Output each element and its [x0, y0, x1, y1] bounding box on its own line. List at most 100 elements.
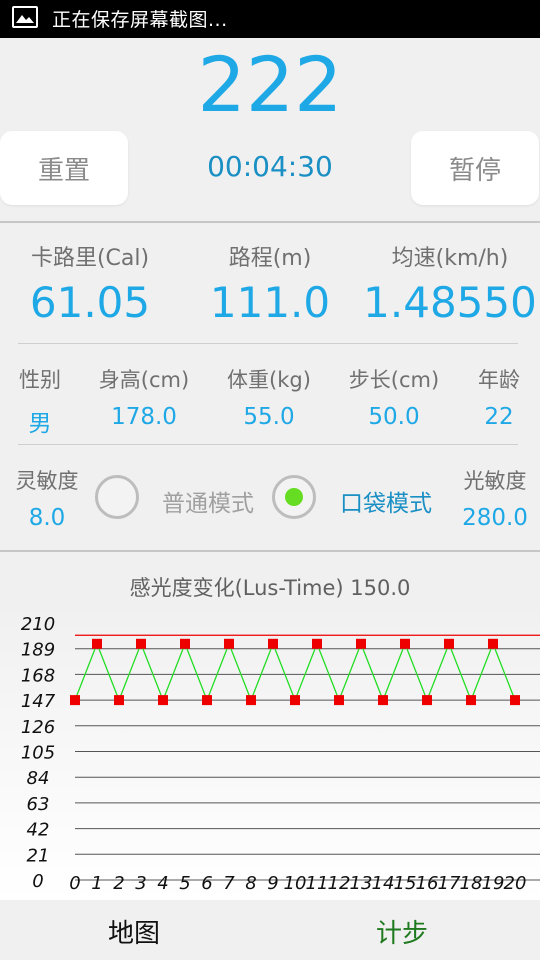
reset-button[interactable]: 重置 [0, 131, 128, 205]
y-tick-label: 105 [21, 743, 55, 764]
y-tick-label: 210 [21, 614, 55, 635]
x-tick-label: 11 [306, 873, 329, 894]
data-point [114, 695, 124, 706]
tab-pedometer[interactable]: 计步 [376, 913, 428, 950]
pause-button[interactable]: 暂停 [411, 131, 539, 205]
x-tick-label: 17 [438, 873, 461, 894]
x-tick-label: 9 [267, 873, 278, 894]
pocket-mode-radio[interactable] [272, 475, 316, 519]
y-tick-label: 63 [27, 794, 50, 815]
y-tick-label: 0 [32, 871, 43, 892]
divider [18, 343, 518, 344]
distance-label: 路程(m) [228, 246, 312, 271]
age-stat: 年龄 22 [458, 364, 540, 430]
y-tick-label: 126 [21, 717, 55, 738]
data-point [334, 695, 344, 706]
height-label: 身高(cm) [98, 368, 190, 392]
step-count: 222 [197, 40, 343, 129]
x-tick-label: 6 [201, 873, 212, 894]
x-tick-label: 13 [350, 873, 373, 894]
data-point [246, 695, 256, 706]
calories-value: 61.05 [29, 278, 151, 327]
weight-label: 体重(kg) [227, 368, 311, 392]
y-tick-label: 84 [27, 768, 50, 789]
weight-value: 55.0 [243, 404, 295, 430]
divider [0, 550, 540, 552]
data-point [70, 695, 80, 706]
x-tick-label: 8 [245, 873, 256, 894]
data-point [510, 695, 520, 706]
divider [0, 221, 540, 223]
y-tick-label: 189 [21, 640, 55, 661]
y-tick-label: 168 [21, 665, 55, 686]
data-point [378, 695, 388, 706]
speed-metric: 均速(km/h) 1.48550 [360, 240, 540, 327]
data-point [400, 638, 410, 649]
x-tick-label: 15 [394, 873, 417, 894]
data-point [444, 638, 454, 649]
data-point [180, 638, 190, 649]
x-tick-label: 10 [284, 873, 307, 894]
speed-label: 均速(km/h) [391, 246, 509, 271]
normal-mode-radio[interactable] [95, 475, 139, 519]
x-tick-label: 14 [372, 873, 395, 894]
x-tick-label: 12 [328, 873, 351, 894]
light-sensitivity-chart: 021426384105126147168189210 0 1 2 3 4 5 6 7 8 9 10… [21, 614, 540, 894]
image-icon [12, 6, 38, 28]
gender-stat: 性别 男 [0, 364, 80, 438]
data-point [224, 638, 234, 649]
distance-value: 111.0 [209, 278, 331, 327]
x-tick-label: 5 [179, 873, 190, 894]
y-tick-label: 42 [27, 820, 50, 841]
x-tick-label: 1 [91, 873, 102, 894]
gender-label: 性别 [19, 368, 61, 392]
x-tick-label: 20 [504, 873, 527, 894]
data-point [202, 695, 212, 706]
data-point [488, 638, 498, 649]
normal-mode-label[interactable]: 普通模式 [162, 484, 254, 518]
data-point [466, 695, 476, 706]
stride-stat: 步长(cm) 50.0 [330, 364, 458, 430]
calories-label: 卡路里(Cal) [30, 246, 150, 271]
x-tick-label: 16 [416, 873, 439, 894]
x-tick-label: 2 [113, 873, 124, 894]
status-text: 正在保存屏幕截图... [52, 9, 228, 31]
data-point [422, 695, 432, 706]
distance-metric: 路程(m) 111.0 [180, 240, 360, 327]
light-sensitivity-stat: 光敏度 280.0 [450, 465, 540, 531]
x-tick-label: 3 [135, 873, 146, 894]
data-point [92, 638, 102, 649]
stride-value: 50.0 [368, 404, 420, 430]
sensitivity-value: 8.0 [28, 505, 66, 531]
stride-label: 步长(cm) [348, 368, 440, 392]
data-point [290, 695, 300, 706]
y-tick-label: 147 [21, 691, 56, 712]
age-label: 年龄 [478, 368, 520, 392]
chart-title: 感光度变化(Lus-Time) 150.0 [129, 576, 411, 600]
x-tick-label: 0 [69, 873, 80, 894]
speed-value: 1.48550 [363, 278, 537, 327]
height-value: 178.0 [111, 404, 177, 430]
tab-map[interactable]: 地图 [108, 913, 160, 950]
series-line [74, 642, 516, 702]
data-point [158, 695, 168, 706]
weight-stat: 体重(kg) 55.0 [208, 364, 330, 430]
age-value: 22 [484, 404, 514, 430]
calories-metric: 卡路里(Cal) 61.05 [0, 240, 180, 327]
data-point [268, 638, 278, 649]
sensitivity-label: 灵敏度 [15, 469, 79, 493]
status-bar: 正在保存屏幕截图... [0, 0, 540, 38]
x-tick-label: 7 [223, 873, 235, 894]
divider [18, 444, 518, 445]
data-point [312, 638, 322, 649]
data-point [136, 638, 146, 649]
height-stat: 身高(cm) 178.0 [80, 364, 208, 430]
y-tick-label: 21 [27, 845, 50, 866]
sensitivity-stat: 灵敏度 8.0 [0, 465, 94, 531]
pocket-mode-label[interactable]: 口袋模式 [340, 484, 432, 518]
light-sensitivity-label: 光敏度 [463, 469, 527, 493]
gender-value: 男 [28, 411, 52, 437]
x-tick-label: 18 [460, 873, 483, 894]
x-tick-label: 19 [482, 873, 505, 894]
light-sensitivity-value: 280.0 [462, 505, 528, 531]
